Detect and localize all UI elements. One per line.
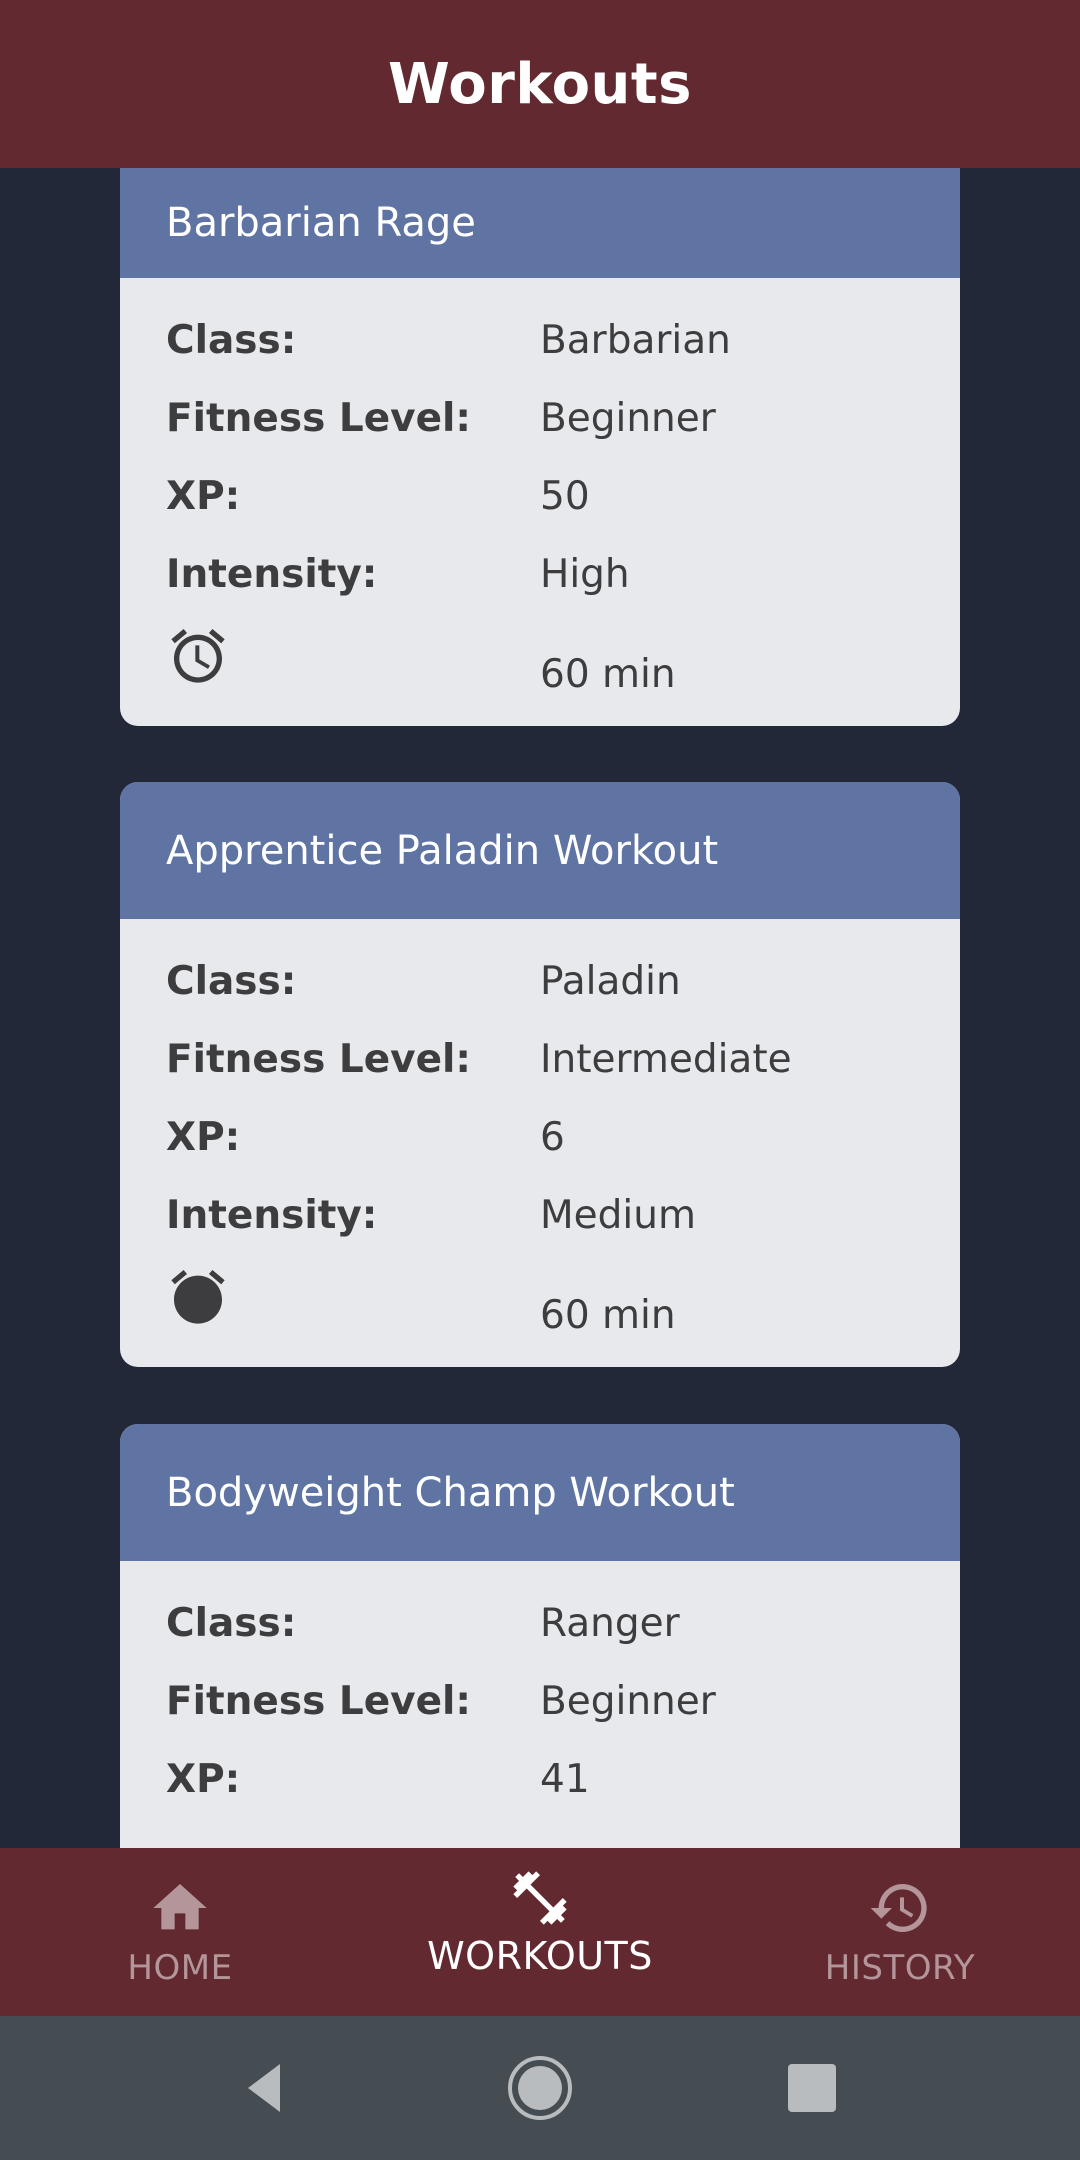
home-icon xyxy=(153,1884,207,1930)
xp-value: 50 xyxy=(540,474,590,519)
workout-card-apprentice-paladin[interactable]: Apprentice Paladin Workout Class: Paladi… xyxy=(120,782,960,1367)
workout-title: Apprentice Paladin Workout xyxy=(166,827,719,874)
dumbbell-icon xyxy=(513,1871,567,1925)
bottom-navigation: HOME WORKOUTS HISTORY xyxy=(0,1848,1080,2016)
system-navigation-bar xyxy=(0,2016,1080,2160)
xp-value: 41 xyxy=(540,1757,590,1802)
alarm-clock-icon xyxy=(171,628,225,683)
class-row: Class: Barbarian xyxy=(120,306,960,384)
xp-label: XP: xyxy=(166,1115,241,1160)
nav-label: HOME xyxy=(127,1948,233,1988)
fitness-level-row: Fitness Level: Intermediate xyxy=(120,1025,960,1103)
workout-card-body: Class: Barbarian Fitness Level: Beginner… xyxy=(120,278,960,726)
back-icon[interactable] xyxy=(236,2056,300,2120)
xp-value: 6 xyxy=(540,1115,565,1160)
alarm-clock-icon xyxy=(171,1269,225,1324)
class-value: Barbarian xyxy=(540,318,731,363)
xp-row: XP: 50 xyxy=(120,462,960,540)
workout-card-body: Class: Ranger Fitness Level: Beginner XP… xyxy=(120,1561,960,1823)
nav-item-home[interactable]: HOME xyxy=(0,1848,360,2016)
fitness-level-label: Fitness Level: xyxy=(166,1679,472,1724)
class-value: Paladin xyxy=(540,959,681,1004)
fitness-level-row: Fitness Level: Beginner xyxy=(120,1667,960,1745)
intensity-label: Intensity: xyxy=(166,552,378,597)
fitness-level-value: Intermediate xyxy=(540,1037,792,1082)
workout-card-header: Barbarian Rage xyxy=(120,168,960,278)
class-row: Class: Paladin xyxy=(120,947,960,1025)
xp-row: XP: 6 xyxy=(120,1103,960,1181)
class-row: Class: Ranger xyxy=(120,1589,960,1667)
duration-value: 60 min xyxy=(540,652,676,697)
nav-label: WORKOUTS xyxy=(427,1934,653,1978)
page-title: Workouts xyxy=(387,51,693,117)
class-label: Class: xyxy=(166,959,297,1004)
workout-title: Bodyweight Champ Workout xyxy=(166,1469,735,1516)
xp-label: XP: xyxy=(166,474,241,519)
duration-row: 60 min xyxy=(120,1259,960,1367)
nav-label: HISTORY xyxy=(824,1948,976,1988)
workout-card-body: Class: Paladin Fitness Level: Intermedia… xyxy=(120,919,960,1367)
workout-card-barbarian-rage[interactable]: Barbarian Rage Class: Barbarian Fitness … xyxy=(120,168,960,726)
fitness-level-value: Beginner xyxy=(540,1679,716,1724)
workout-card-header: Bodyweight Champ Workout xyxy=(120,1424,960,1561)
xp-row: XP: 41 xyxy=(120,1745,960,1823)
intensity-row: Intensity: High xyxy=(120,540,960,618)
fitness-level-label: Fitness Level: xyxy=(166,1037,472,1082)
intensity-row: Intensity: Medium xyxy=(120,1181,960,1259)
history-icon xyxy=(870,1884,927,1932)
class-label: Class: xyxy=(166,318,297,363)
duration-value: 60 min xyxy=(540,1293,676,1338)
intensity-value: Medium xyxy=(540,1193,696,1238)
workout-card-bodyweight-champ[interactable]: Bodyweight Champ Workout Class: Ranger F… xyxy=(120,1424,960,1848)
intensity-value: High xyxy=(540,552,630,597)
intensity-label: Intensity: xyxy=(166,1193,378,1238)
class-label: Class: xyxy=(166,1601,297,1646)
fitness-level-row: Fitness Level: Beginner xyxy=(120,384,960,462)
home-circle-icon[interactable] xyxy=(508,2056,572,2120)
duration-row: 60 min xyxy=(120,618,960,726)
workout-list[interactable]: Barbarian Rage Class: Barbarian Fitness … xyxy=(0,168,1080,1848)
fitness-level-value: Beginner xyxy=(540,396,716,441)
class-value: Ranger xyxy=(540,1601,680,1646)
xp-label: XP: xyxy=(166,1757,241,1802)
fitness-level-label: Fitness Level: xyxy=(166,396,472,441)
nav-item-history[interactable]: HISTORY xyxy=(720,1848,1080,2016)
workout-card-header: Apprentice Paladin Workout xyxy=(120,782,960,919)
recents-icon[interactable] xyxy=(780,2056,844,2120)
workout-title: Barbarian Rage xyxy=(166,200,476,246)
app-bar: Workouts xyxy=(0,0,1080,168)
nav-item-workouts[interactable]: WORKOUTS xyxy=(360,1848,720,2016)
